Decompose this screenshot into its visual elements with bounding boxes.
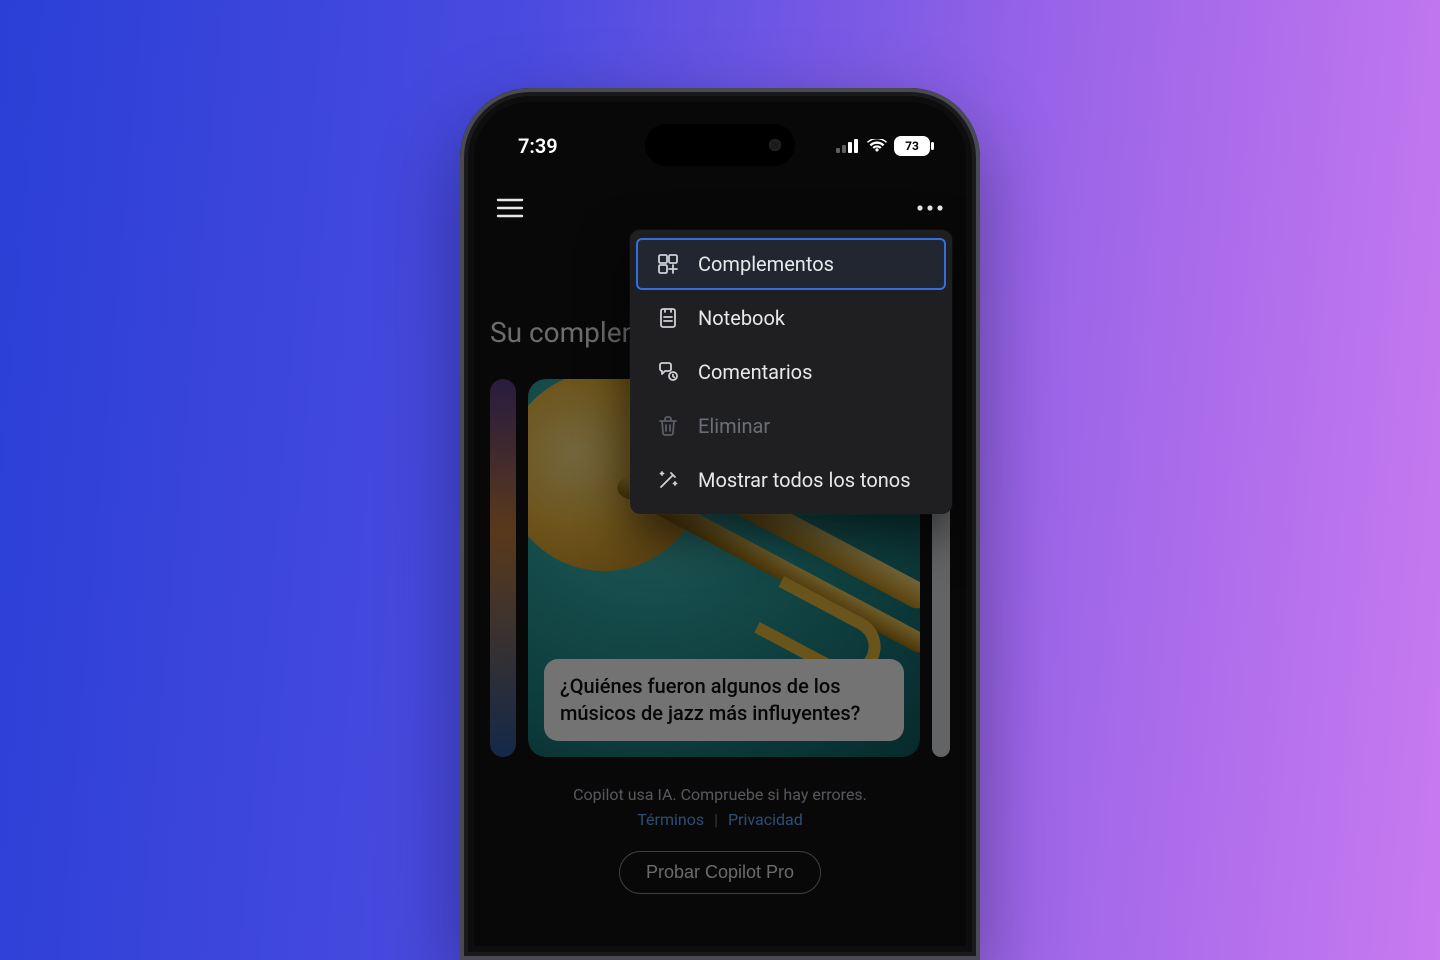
overflow-menu: Complementos Notebook [630,230,952,514]
battery-indicator: 73 [894,136,930,156]
menu-item-label: Complementos [698,252,926,276]
gradient-background: 7:39 73 [0,0,1440,960]
more-horizontal-icon [916,204,944,212]
menu-item-label: Comentarios [698,360,926,384]
more-button[interactable] [916,204,944,212]
menu-item-label: Eliminar [698,414,926,438]
notebook-icon [656,306,680,330]
feedback-icon [656,360,680,384]
try-pro-button[interactable]: Probar Copilot Pro [619,851,821,894]
phone-frame: 7:39 73 [460,88,980,960]
battery-percent: 73 [905,139,919,153]
menu-item-label: Notebook [698,306,926,330]
cellular-icon [836,139,860,153]
menu-item-comentarios[interactable]: Comentarios [636,346,946,398]
wand-icon [656,468,680,492]
menu-item-label: Mostrar todos los tonos [698,468,926,492]
wifi-icon [867,139,887,153]
plugins-icon [656,252,680,276]
app-bar [474,180,966,236]
menu-item-tonos[interactable]: Mostrar todos los tonos [636,454,946,506]
suggestion-card-prev[interactable] [490,379,516,757]
dynamic-island [645,124,795,166]
terms-link[interactable]: Términos [637,810,704,829]
status-time: 7:39 [518,134,558,158]
privacy-link[interactable]: Privacidad [728,810,803,829]
legal-links: Términos | Privacidad [490,810,950,829]
trash-icon [656,414,680,438]
legal-separator: | [714,810,718,829]
hamburger-icon [496,197,524,219]
menu-button[interactable] [496,197,524,219]
status-icons: 73 [836,136,930,156]
menu-item-complementos[interactable]: Complementos [636,238,946,290]
menu-item-notebook[interactable]: Notebook [636,292,946,344]
ai-disclaimer: Copilot usa IA. Compruebe si hay errores… [490,785,950,804]
menu-item-eliminar: Eliminar [636,400,946,452]
phone-screen: 7:39 73 [474,102,966,946]
suggestion-prompt[interactable]: ¿Quiénes fueron algunos de los músicos d… [544,659,904,741]
